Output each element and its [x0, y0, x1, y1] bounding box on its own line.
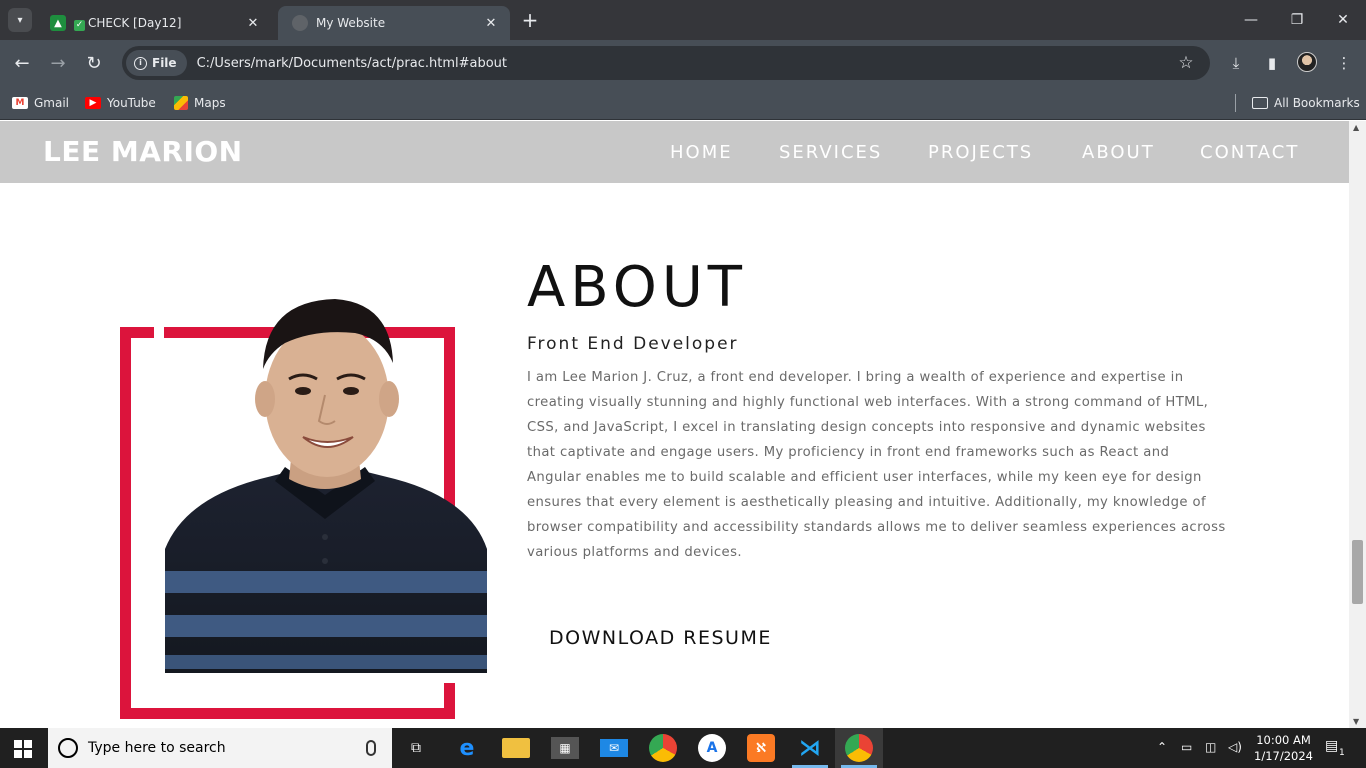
cortana-icon: [58, 738, 78, 758]
store-icon[interactable]: ▦: [551, 737, 579, 759]
info-icon: i: [134, 56, 147, 70]
notification-count: 1: [1339, 748, 1345, 758]
close-window-button[interactable]: ✕: [1328, 6, 1358, 34]
chevron-down-icon: ▾: [17, 14, 23, 26]
mail-icon[interactable]: ✉: [600, 739, 628, 757]
youtube-icon: ▶: [85, 97, 101, 109]
tab-title: My Website: [316, 16, 386, 30]
clock-time: 10:00 AM: [1256, 733, 1311, 747]
tab-strip: ▾ ▲ ✓ CHECK [Day12] ✕ My Website ✕ + — ❐ …: [0, 0, 1366, 40]
profile-avatar[interactable]: [1297, 52, 1317, 72]
tab-check-day12[interactable]: ▲ ✓ CHECK [Day12] ✕: [36, 6, 272, 40]
all-bookmarks-button[interactable]: All Bookmarks: [1252, 93, 1360, 113]
scrollbar-thumb[interactable]: [1352, 540, 1363, 604]
close-tab-icon[interactable]: ✕: [482, 14, 500, 32]
nav-contact[interactable]: CONTACT: [1200, 142, 1299, 163]
scroll-down-icon[interactable]: ▼: [1353, 717, 1359, 726]
bookmark-maps[interactable]: Maps: [174, 93, 226, 113]
page-scrollbar[interactable]: ▲ ▼: [1349, 121, 1366, 728]
xampp-icon[interactable]: ℵ: [747, 734, 775, 762]
tab-my-website[interactable]: My Website ✕: [278, 6, 510, 40]
frame-gap: [154, 325, 164, 341]
chevron-up-icon[interactable]: ⌃: [1157, 740, 1167, 754]
about-heading: ABOUT: [527, 255, 748, 320]
task-view-icon[interactable]: ⧉: [402, 734, 430, 762]
portrait-illustration: [165, 299, 487, 673]
volume-icon[interactable]: ◁): [1228, 740, 1242, 754]
microphone-icon[interactable]: [366, 740, 376, 756]
file-explorer-icon[interactable]: [502, 738, 530, 758]
nav-projects[interactable]: PROJECTS: [928, 142, 1033, 163]
bookmark-youtube[interactable]: ▶ YouTube: [85, 93, 156, 113]
chrome-icon[interactable]: [649, 734, 677, 762]
network-icon[interactable]: ◫: [1205, 740, 1216, 754]
browser-toolbar: ← → ↻ i File C:/Users/mark/Documents/act…: [0, 40, 1366, 86]
new-tab-button[interactable]: +: [518, 8, 542, 32]
site-logo[interactable]: LEE MARION: [43, 135, 243, 168]
profile-photo: [165, 299, 487, 673]
battery-icon[interactable]: ▭: [1181, 740, 1192, 754]
chrome-profile-icon[interactable]: [845, 734, 873, 762]
globe-icon: [292, 15, 308, 31]
tab-title: ✓ CHECK [Day12]: [74, 15, 182, 31]
nav-services[interactable]: SERVICES: [779, 142, 882, 163]
gmail-icon: M: [12, 97, 28, 109]
search-placeholder: Type here to search: [88, 740, 226, 756]
clock-date: 1/17/2024: [1254, 749, 1313, 763]
restore-button[interactable]: ❐: [1282, 6, 1312, 34]
url-text[interactable]: C:/Users/mark/Documents/act/prac.html#ab…: [197, 56, 1174, 71]
site-info-chip[interactable]: i File: [126, 50, 187, 76]
checkmark-icon: ✓: [74, 19, 85, 31]
notification-icon[interactable]: ▤: [1325, 738, 1338, 754]
bookmark-star-icon[interactable]: ☆: [1174, 53, 1198, 73]
side-panel-icon[interactable]: ▮: [1261, 52, 1283, 74]
tab-search-button[interactable]: ▾: [8, 8, 32, 32]
system-clock[interactable]: 10:00 AM 1/17/2024: [1254, 732, 1313, 764]
nav-home[interactable]: HOME: [670, 142, 733, 163]
download-icon[interactable]: ⤓: [1225, 52, 1247, 74]
menu-icon[interactable]: ⋮: [1333, 52, 1355, 74]
bookmark-gmail[interactable]: M Gmail: [12, 93, 69, 113]
nav-about[interactable]: ABOUT: [1082, 142, 1155, 163]
google-classroom-icon: ▲: [50, 15, 66, 31]
back-button[interactable]: ←: [9, 50, 35, 76]
edge-icon[interactable]: e: [453, 734, 481, 762]
android-studio-icon[interactable]: A: [698, 734, 726, 762]
bookmarks-divider: [1235, 94, 1236, 112]
forward-button[interactable]: →: [45, 50, 71, 76]
address-bar[interactable]: i File C:/Users/mark/Documents/act/prac.…: [122, 46, 1210, 80]
url-scheme-label: File: [152, 56, 177, 70]
vscode-icon[interactable]: ⋊: [796, 734, 824, 762]
page-viewport: LEE MARION HOME SERVICES PROJECTS ABOUT …: [0, 121, 1349, 728]
close-tab-icon[interactable]: ✕: [244, 14, 262, 32]
folder-icon: [1252, 97, 1268, 109]
reload-button[interactable]: ↻: [81, 50, 107, 76]
bookmark-label: Gmail: [34, 96, 70, 110]
all-bookmarks-label: All Bookmarks: [1274, 96, 1360, 110]
bookmarks-bar: M Gmail ▶ YouTube Maps All Bookmarks: [0, 86, 1366, 120]
minimize-button[interactable]: —: [1236, 6, 1266, 34]
taskbar-search-box[interactable]: Type here to search: [48, 728, 392, 768]
about-description: I am Lee Marion J. Cruz, a front end dev…: [527, 370, 1226, 560]
download-resume-button[interactable]: DOWNLOAD RESUME: [549, 627, 772, 649]
site-navbar: LEE MARION HOME SERVICES PROJECTS ABOUT …: [0, 121, 1349, 183]
scroll-up-icon[interactable]: ▲: [1353, 123, 1359, 132]
maps-icon: [174, 96, 188, 110]
about-subtitle: Front End Developer: [527, 334, 739, 354]
windows-start-icon[interactable]: [14, 740, 32, 758]
windows-taskbar: Type here to search ⧉ e ▦ ✉ A ℵ ⋊ ⌃ ▭ ◫ …: [0, 728, 1366, 768]
bookmark-label: Maps: [194, 96, 226, 110]
bookmark-label: YouTube: [107, 96, 156, 110]
